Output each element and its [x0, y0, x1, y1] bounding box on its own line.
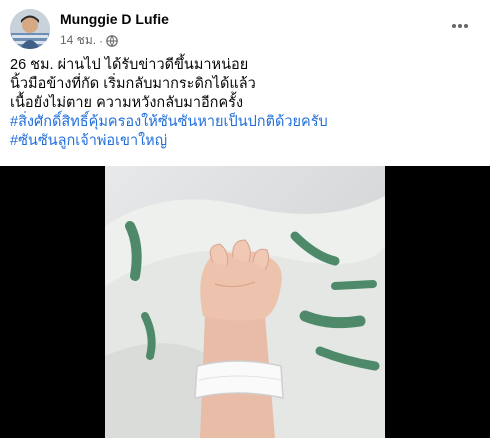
hashtag-link[interactable]: #สิ่งศักดิ์สิทธิ์คุ้มครองให้ซันซันหายเป็… [10, 113, 480, 132]
more-horizontal-icon[interactable] [448, 14, 472, 38]
post-line: เนื้อยังไม่ตาย ความหวังกลับมาอีกครั้ง [10, 95, 244, 111]
meta-separator: · [99, 33, 104, 48]
post-media[interactable] [0, 166, 490, 438]
post-time[interactable]: 14 ชม. [60, 31, 96, 50]
post-header: Munggie D Lufie 14 ชม. · [10, 8, 480, 50]
author-avatar[interactable] [10, 9, 50, 49]
globe-icon[interactable] [106, 34, 118, 47]
author-name[interactable]: Munggie D Lufie [60, 11, 169, 27]
post-line: 26 ชม. ผ่านไป ได้รับข่าวดีขึ้นมาหน่อย [10, 57, 249, 73]
facebook-post: Munggie D Lufie 14 ชม. · 26 ชม. ผ่านไป ไ… [0, 0, 490, 438]
post-line: นิ้วมือข้างที่กัด เริ่มกลับมากระดิกได้แล… [10, 76, 256, 92]
post-photo [105, 166, 385, 438]
post-meta: 14 ชม. · [60, 31, 118, 50]
hashtag-link[interactable]: #ซันซันลูกเจ้าพ่อเขาใหญ่ [10, 132, 480, 151]
post-text: 26 ชม. ผ่านไป ได้รับข่าวดีขึ้นมาหน่อย นิ… [10, 56, 480, 151]
avatar-image [10, 9, 50, 49]
